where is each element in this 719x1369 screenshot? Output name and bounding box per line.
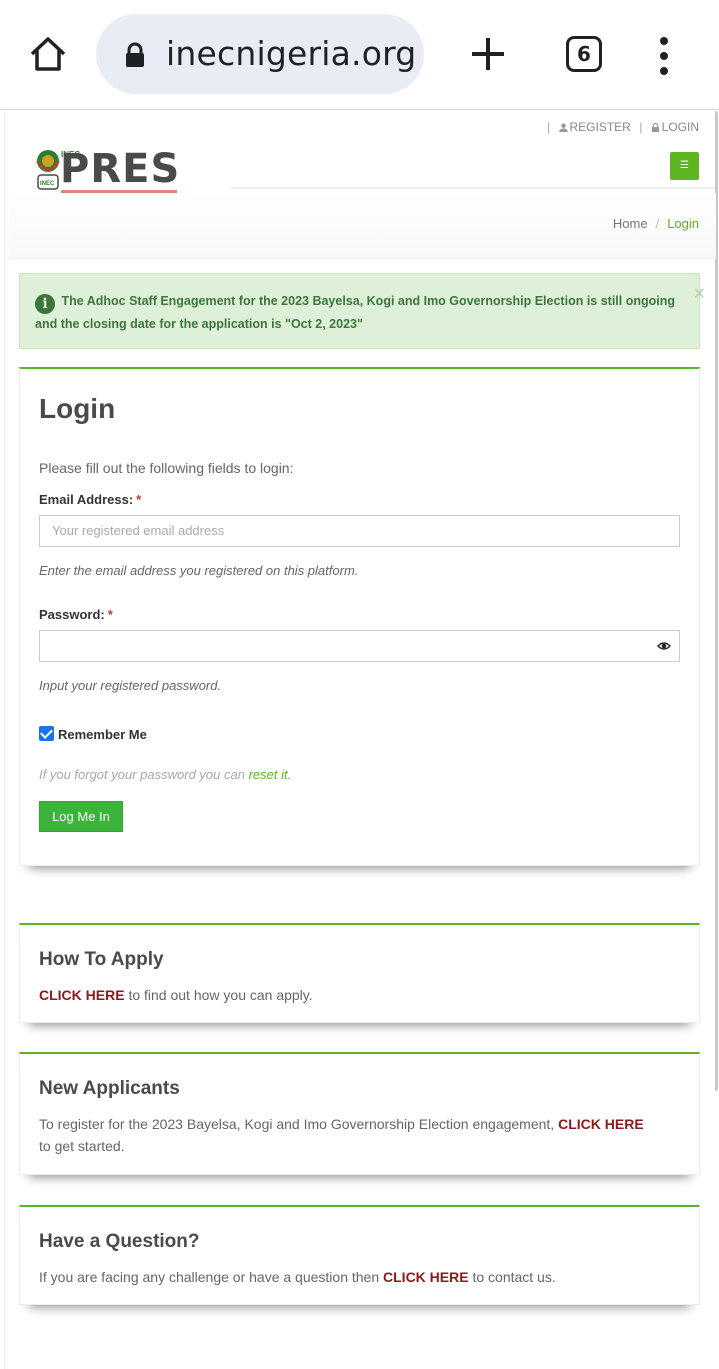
password-hint: Input your registered password. <box>39 678 222 693</box>
remember-me[interactable]: Remember Me <box>39 726 147 742</box>
how-to-apply-link[interactable]: CLICK HERE <box>39 987 125 1003</box>
page-content: | REGISTER | LOGIN INEC INEC PRES ☰ Home… <box>4 111 716 1369</box>
login-intro: Please fill out the following fields to … <box>39 460 294 476</box>
close-icon[interactable]: × <box>693 284 705 304</box>
site-logo[interactable]: INEC INEC PRES <box>19 141 231 197</box>
new-applicants-text: To register for the 2023 Bayelsa, Kogi a… <box>39 1116 644 1154</box>
svg-text:INEC: INEC <box>40 181 55 187</box>
how-to-apply-text: CLICK HERE to find out how you can apply… <box>39 987 313 1003</box>
password-field[interactable] <box>39 630 680 662</box>
new-applicants-title: New Applicants <box>39 1078 180 1099</box>
login-title: Login <box>39 393 116 424</box>
login-button[interactable]: Log Me In <box>39 801 123 832</box>
tab-switcher-button[interactable]: 6 <box>566 36 602 72</box>
breadcrumb-current: Login <box>667 216 699 231</box>
menu-toggle-button[interactable]: ☰ <box>670 152 699 180</box>
have-a-question-card: Have a Question? If you are facing any c… <box>19 1205 700 1305</box>
new-tab-icon[interactable] <box>468 34 508 74</box>
lock-icon <box>126 42 144 67</box>
email-label: Email Address: * <box>39 492 142 507</box>
eye-icon[interactable] <box>657 639 671 653</box>
user-icon <box>558 123 568 132</box>
login-link[interactable]: LOGIN <box>651 120 699 134</box>
browser-toolbar: inecnigeria.org 6 <box>0 0 719 110</box>
alert-message: The Adhoc Staff Engagement for the 2023 … <box>35 294 676 331</box>
notice-alert: i The Adhoc Staff Engagement for the 202… <box>19 273 705 349</box>
how-to-apply-title: How To Apply <box>39 949 164 970</box>
address-bar[interactable]: inecnigeria.org <box>96 14 424 94</box>
reset-password-link[interactable]: reset it. <box>249 767 292 782</box>
breadcrumb-band <box>9 193 716 259</box>
have-a-question-text: If you are facing any challenge or have … <box>39 1269 556 1285</box>
breadcrumb-home[interactable]: Home <box>613 216 648 231</box>
have-a-question-title: Have a Question? <box>39 1231 200 1252</box>
contact-us-link[interactable]: CLICK HERE <box>383 1269 469 1285</box>
email-hint: Enter the email address you registered o… <box>39 563 359 578</box>
info-icon: i <box>35 294 55 314</box>
header-divider <box>231 187 715 189</box>
login-card: Login Please fill out the following fiel… <box>19 367 700 866</box>
home-icon[interactable] <box>28 34 68 74</box>
email-field[interactable]: Your registered email address <box>39 515 680 547</box>
how-to-apply-card: How To Apply CLICK HERE to find out how … <box>19 923 700 1023</box>
remember-me-label: Remember Me <box>58 727 147 742</box>
inec-emblem-icon: INEC <box>36 150 60 190</box>
new-applicants-card: New Applicants To register for the 2023 … <box>19 1052 700 1175</box>
breadcrumb: Home / Login <box>612 216 699 231</box>
remember-me-checkbox[interactable] <box>39 726 54 741</box>
register-link[interactable]: REGISTER <box>558 120 635 134</box>
password-label: Password: * <box>39 607 113 622</box>
more-options-icon[interactable] <box>654 36 674 76</box>
url-text: inecnigeria.org <box>166 34 417 73</box>
top-nav: | REGISTER | LOGIN <box>547 120 699 134</box>
new-applicants-link[interactable]: CLICK HERE <box>558 1116 644 1132</box>
lock-icon <box>651 123 659 132</box>
forgot-password-text: If you forgot your password you can rese… <box>39 767 292 782</box>
logo-wordmark: PRES <box>60 146 181 192</box>
